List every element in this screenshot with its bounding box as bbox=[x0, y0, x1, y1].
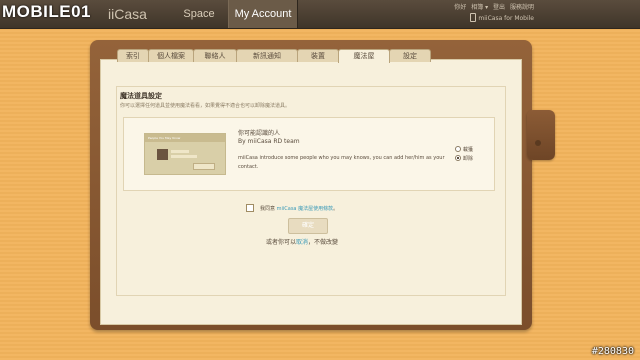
radio-uninstall[interactable] bbox=[455, 155, 461, 161]
terms-checkbox[interactable] bbox=[246, 204, 254, 212]
app-thumbnail: People You May Know bbox=[144, 133, 226, 175]
mobile01-logo: MOBILE01 bbox=[2, 2, 92, 21]
section-description: 你可以選擇任何道具並使用魔法看看，如果覺得不適合也可以卸除魔法道具。 bbox=[120, 103, 291, 109]
app-author: By miiCasa RD team bbox=[238, 138, 300, 145]
radio-install[interactable] bbox=[455, 146, 461, 152]
nav-tab-space[interactable]: Space bbox=[174, 0, 224, 28]
terms-link[interactable]: miiCasa 魔法屋使用條款 bbox=[277, 206, 333, 212]
greeting-text: 你好 bbox=[454, 4, 467, 11]
confirm-button[interactable]: 確定 bbox=[288, 218, 328, 234]
thumb-add-button bbox=[193, 163, 215, 170]
watermark: #280830 bbox=[591, 346, 634, 357]
tab-magic-house[interactable]: 魔法屋 bbox=[338, 49, 390, 63]
terms-agreement: 我同意 miiCasa 魔法屋使用條款。 bbox=[246, 204, 338, 212]
thumb-header: People You May Know bbox=[145, 134, 225, 142]
binder-strap bbox=[527, 110, 555, 160]
cancel-line: 或者你可以取消，不做改變 bbox=[266, 239, 339, 246]
album-menu-link[interactable]: 相簿 ▾ bbox=[471, 4, 488, 11]
miicasa-logo[interactable]: iiCasa bbox=[108, 6, 147, 22]
phone-icon bbox=[470, 13, 477, 22]
strap-button-icon bbox=[535, 140, 541, 146]
tab-settings[interactable]: 設定 bbox=[389, 49, 431, 62]
app-description: miiCasa introduce some people who you ma… bbox=[238, 155, 445, 170]
logout-link[interactable]: 登出 bbox=[493, 4, 505, 11]
tab-profile[interactable]: 個人檔案 bbox=[148, 49, 194, 62]
section-title: 魔法道具設定 bbox=[120, 92, 162, 100]
terms-prefix: 我同意 bbox=[260, 206, 276, 212]
help-link[interactable]: 服務說明 bbox=[510, 4, 534, 11]
top-bar: MOBILE01 iiCasa Space My Account 你好 相簿 ▾… bbox=[0, 0, 640, 29]
thumb-line bbox=[171, 150, 189, 153]
app-title: 你可能認識的人 bbox=[238, 130, 281, 137]
mobile-link[interactable]: miiCasa for Mobile bbox=[470, 13, 534, 22]
tab-index[interactable]: 索引 bbox=[117, 49, 149, 62]
tab-devices[interactable]: 裝置 bbox=[297, 49, 339, 62]
top-links: 你好 相簿 ▾ 登出 服務說明 bbox=[451, 2, 534, 11]
cancel-link[interactable]: 取消 bbox=[296, 239, 308, 246]
avatar-icon bbox=[157, 149, 168, 160]
nav-tab-my-account[interactable]: My Account bbox=[228, 0, 298, 28]
thumb-line bbox=[171, 155, 197, 158]
option-uninstall[interactable]: 卸除 bbox=[455, 155, 473, 162]
tab-contacts[interactable]: 聯絡人 bbox=[193, 49, 237, 62]
tab-notifications[interactable]: 新訊通知 bbox=[236, 49, 298, 62]
option-install[interactable]: 載獲 bbox=[455, 146, 473, 153]
